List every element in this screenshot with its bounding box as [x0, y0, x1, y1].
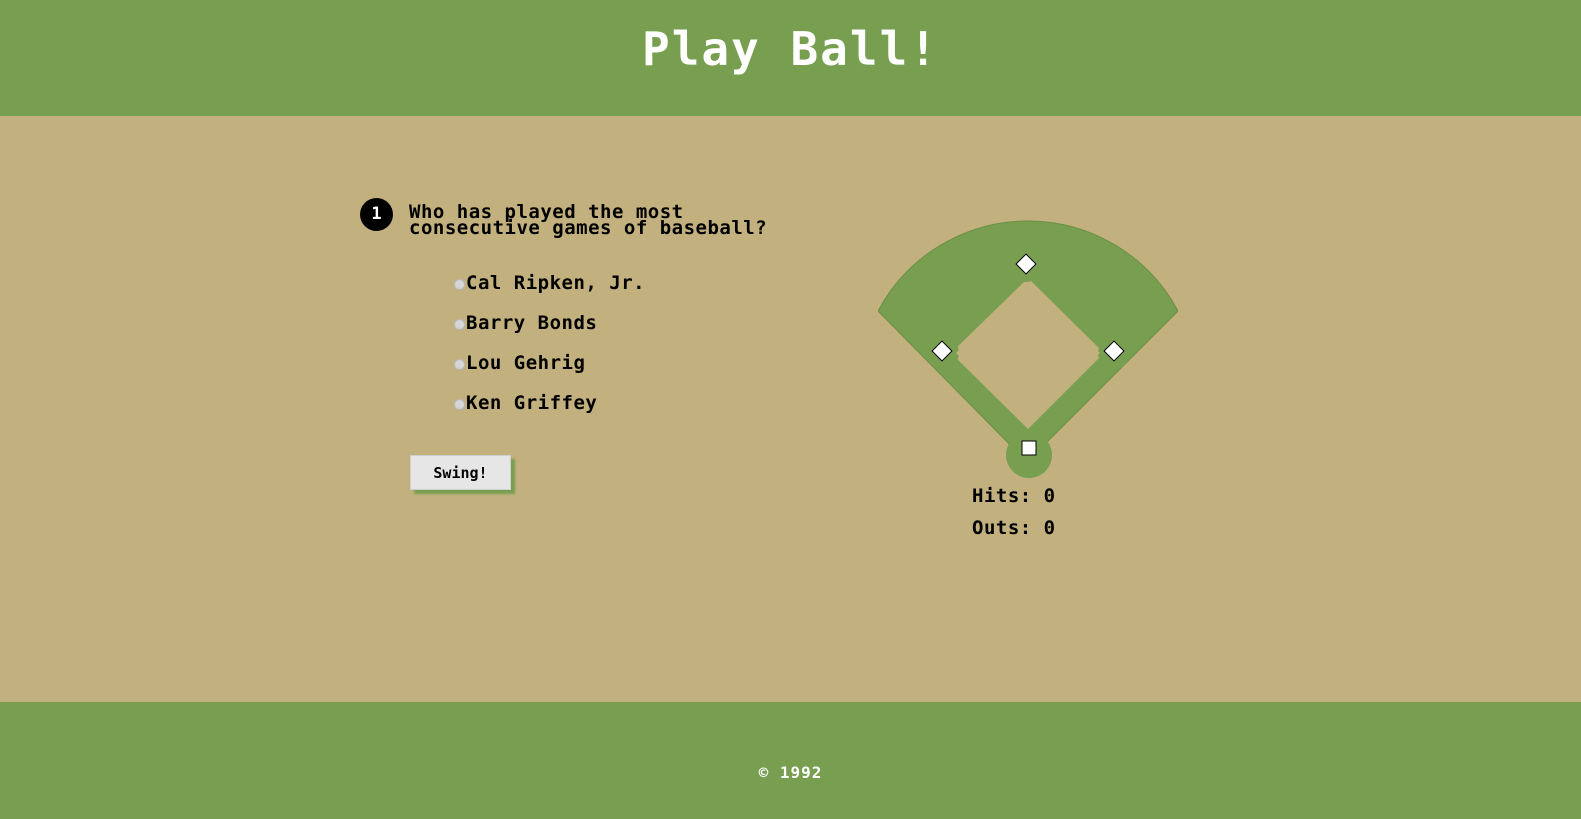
question-text: Who has played the most consecutive game… [409, 201, 768, 239]
swing-button[interactable]: Swing! [410, 455, 511, 490]
radio-button[interactable] [454, 399, 465, 410]
hits-counter: Hits: 0 [972, 485, 1056, 507]
answer-label: Lou Gehrig [466, 352, 586, 374]
answer-label: Cal Ripken, Jr. [466, 272, 646, 294]
radio-button[interactable] [454, 319, 465, 330]
answer-option-1[interactable]: Cal Ripken, Jr. [454, 271, 645, 295]
answer-label: Barry Bonds [466, 312, 598, 334]
page-header: Play Ball! [0, 0, 1581, 116]
home-plate [1021, 440, 1037, 456]
radio-button[interactable] [454, 279, 465, 290]
page-title: Play Ball! [642, 22, 939, 76]
outs-counter: Outs: 0 [972, 517, 1056, 539]
page-footer: © 1992 [0, 702, 1581, 819]
radio-button[interactable] [454, 359, 465, 370]
baseball-diamond [878, 220, 1178, 478]
question-number-badge: 1 [360, 198, 393, 231]
outs-label: Outs: [972, 517, 1032, 539]
answer-label: Ken Griffey [466, 392, 598, 414]
outs-value: 0 [1043, 517, 1056, 539]
hits-label: Hits: [972, 485, 1032, 507]
answer-option-4[interactable]: Ken Griffey [454, 391, 597, 415]
answer-option-3[interactable]: Lou Gehrig [454, 351, 585, 375]
hits-value: 0 [1043, 485, 1056, 507]
answer-option-2[interactable]: Barry Bonds [454, 311, 597, 335]
game-area: 1 Who has played the most consecutive ga… [0, 116, 1581, 702]
copyright-text: © 1992 [758, 763, 823, 782]
